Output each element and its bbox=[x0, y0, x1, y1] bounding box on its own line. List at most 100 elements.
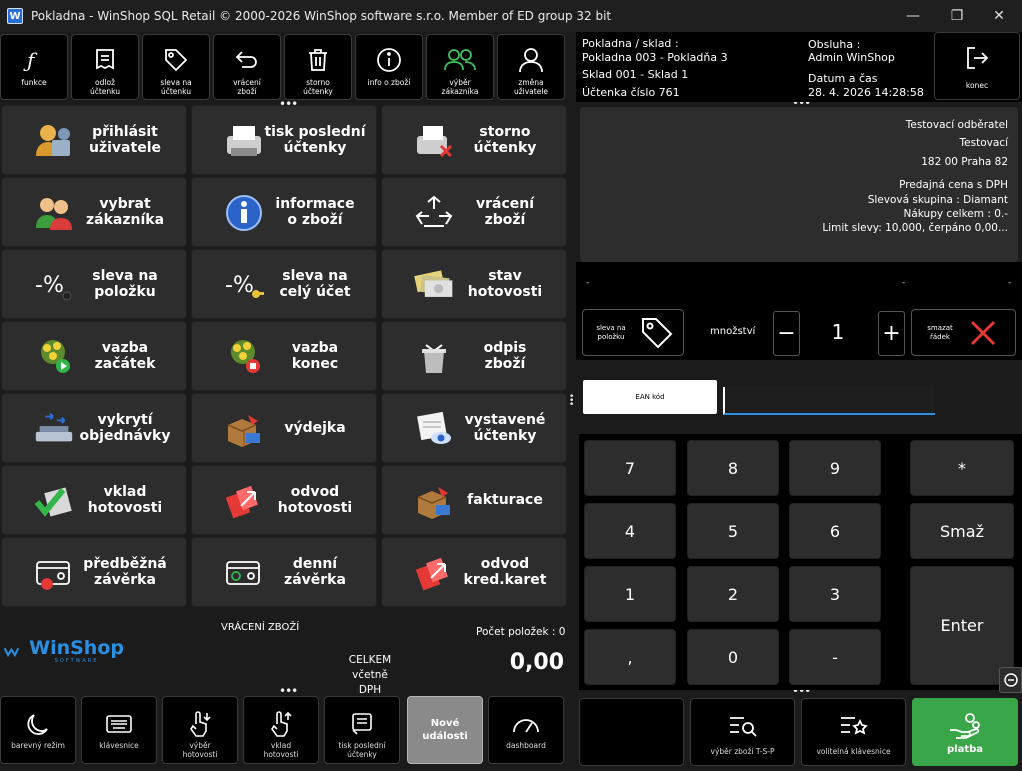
bouquet-play-icon bbox=[32, 337, 76, 377]
users-icon bbox=[444, 42, 476, 78]
grid-button-box-invoice[interactable]: fakturace bbox=[381, 465, 567, 535]
new-events-button[interactable]: Nové události bbox=[407, 696, 483, 764]
register-label: Pokladna / sklad : bbox=[582, 37, 679, 50]
numpad-enter-key[interactable]: Enter bbox=[910, 566, 1014, 685]
cash-deposit-button[interactable]: vklad hotovosti bbox=[243, 696, 319, 764]
box-out-icon bbox=[222, 409, 266, 449]
quantity-minus-button[interactable]: − bbox=[773, 311, 800, 356]
resize-grip[interactable]: ••• bbox=[279, 685, 298, 697]
item-panel: - - - sleva na položku množství − 1 + sm… bbox=[576, 262, 1022, 360]
numpad-key-4[interactable]: 4 bbox=[584, 503, 676, 559]
ean-input[interactable] bbox=[723, 387, 935, 415]
numpad-star-key[interactable]: * bbox=[910, 440, 1014, 496]
window-title: Pokladna - WinShop SQL Retail © 2000-202… bbox=[31, 9, 612, 23]
cash-withdraw-button[interactable]: výběr hotovosti bbox=[162, 696, 238, 764]
numpad-key-comma[interactable]: , bbox=[584, 629, 676, 685]
grid-button-info-circle[interactable]: informace o zboží bbox=[191, 177, 377, 247]
numpad-key-0[interactable]: 0 bbox=[687, 629, 779, 685]
login-users-icon bbox=[32, 121, 76, 161]
toolbar-label: odlož účtenku bbox=[89, 78, 121, 96]
grid-button-box-out[interactable]: výdejka bbox=[191, 393, 377, 463]
pay-button[interactable]: platba bbox=[912, 698, 1018, 766]
mode-label: VRÁCENÍ ZBOŽÍ bbox=[221, 622, 300, 633]
item-count: Počet položek : 0 bbox=[476, 626, 566, 638]
grid-button-percent[interactable]: -% sleva na položku bbox=[1, 249, 187, 319]
numpad-key-7[interactable]: 7 bbox=[584, 440, 676, 496]
grid-button-cash-out[interactable]: odvod hotovosti bbox=[191, 465, 377, 535]
cash-deposit-icon bbox=[268, 707, 294, 741]
product-search-button[interactable]: výběr zboží T-S-P bbox=[690, 698, 795, 766]
toolbar-zakaznik-button[interactable]: výběr zákazníka bbox=[426, 34, 494, 100]
operator-label: Obsluha : bbox=[808, 38, 861, 51]
grid-button-cash-in[interactable]: vklad hotovosti bbox=[1, 465, 187, 535]
grid-button-recycle[interactable]: vrácení zboží bbox=[381, 177, 567, 247]
bottom-label: dashboard bbox=[506, 741, 546, 750]
receipt-print-icon bbox=[350, 707, 374, 741]
maximize-button[interactable]: ❐ bbox=[934, 0, 980, 32]
grid-button-login-users[interactable]: přihlásit uživatele bbox=[1, 105, 187, 175]
grid-button-cards-out[interactable]: odvod kred.karet bbox=[381, 537, 567, 607]
grid-button-scale[interactable]: vykrytí objednávky bbox=[1, 393, 187, 463]
info-panel: Pokladna / sklad : Pokladna 003 - Poklad… bbox=[576, 32, 1022, 102]
grid-button-printer-cancel[interactable]: storno účtenky bbox=[381, 105, 567, 175]
grid-button-printer[interactable]: tisk poslední účtenky bbox=[191, 105, 377, 175]
grid-button-receipt-eye[interactable]: vystavené účtenky bbox=[381, 393, 567, 463]
quantity-plus-button[interactable]: + bbox=[878, 311, 905, 356]
datetime-value: 28. 4. 2026 14:28:58 bbox=[808, 86, 924, 99]
numpad-key-9[interactable]: 9 bbox=[789, 440, 881, 496]
winshop-logo-icon bbox=[4, 647, 20, 658]
numpad-key-2[interactable]: 2 bbox=[687, 566, 779, 622]
list-star-icon bbox=[838, 711, 870, 741]
customer-line: Testovací bbox=[959, 137, 1008, 149]
grid-button-label: sleva na celý účet bbox=[279, 268, 351, 300]
toolbar-funkce-button[interactable]: ƒ funkce bbox=[0, 34, 68, 100]
side-panel-toggle[interactable] bbox=[999, 667, 1022, 693]
toolbar-sleva-button[interactable]: sleva na účtenku bbox=[142, 34, 210, 100]
hand-coins-icon bbox=[948, 711, 982, 741]
grid-button-percent-key[interactable]: -% sleva na celý účet bbox=[191, 249, 377, 319]
ean-label-button[interactable]: EAN kód bbox=[583, 380, 717, 414]
total-amount: 0,00 bbox=[509, 650, 564, 675]
grid-button-customers[interactable]: vybrat zákazníka bbox=[1, 177, 187, 247]
percent-key-icon: -% bbox=[222, 265, 266, 305]
close-x-icon bbox=[970, 320, 996, 345]
numpad-key-3[interactable]: 3 bbox=[789, 566, 881, 622]
customer-line: 182 00 Praha 82 bbox=[921, 156, 1008, 168]
cash-in-icon bbox=[32, 481, 76, 521]
close-window-button[interactable]: ✕ bbox=[976, 0, 1022, 32]
exit-button[interactable]: konec bbox=[934, 32, 1020, 100]
grid-button-card-record[interactable]: předběžná závěrka bbox=[1, 537, 187, 607]
delete-row-button[interactable]: smazat řádek bbox=[911, 309, 1016, 356]
numpad-key-8[interactable]: 8 bbox=[687, 440, 779, 496]
grid-button-bouquet-stop[interactable]: vazba konec bbox=[191, 321, 377, 391]
item-discount-label: sleva na položku bbox=[596, 323, 626, 341]
toolbar-odloz-button[interactable]: odlož účtenku bbox=[71, 34, 139, 100]
numpad-clear-key[interactable]: Smaž bbox=[910, 503, 1014, 559]
grid-button-label: odvod kred.karet bbox=[463, 556, 547, 588]
toolbar-storno-button[interactable]: storno účtenky bbox=[284, 34, 352, 100]
vertical-resize-grip[interactable]: • • • bbox=[569, 393, 574, 410]
numpad-key-5[interactable]: 5 bbox=[687, 503, 779, 559]
pos-window: W Pokladna - WinShop SQL Retail © 2000-2… bbox=[0, 0, 1022, 771]
color-mode-button[interactable]: barevný režim bbox=[0, 696, 76, 764]
grid-button-banknotes[interactable]: stav hotovosti bbox=[381, 249, 567, 319]
empty-slot-button[interactable] bbox=[579, 698, 684, 766]
grid-button-bouquet-play[interactable]: vazba začátek bbox=[1, 321, 187, 391]
numpad-key-1[interactable]: 1 bbox=[584, 566, 676, 622]
grid-button-card-green[interactable]: denní závěrka bbox=[191, 537, 377, 607]
toolbar-info-button[interactable]: info o zboží bbox=[355, 34, 423, 100]
keyboard-button[interactable]: klávesnice bbox=[81, 696, 157, 764]
numpad-key-6[interactable]: 6 bbox=[789, 503, 881, 559]
custom-keyboard-button[interactable]: volitelná klávesnice bbox=[801, 698, 906, 766]
item-discount-button[interactable]: sleva na položku bbox=[582, 309, 684, 356]
dashboard-button[interactable]: dashboard bbox=[488, 696, 564, 764]
toolbar-uzivatel-button[interactable]: změna uživatele bbox=[497, 34, 565, 100]
print-last-receipt-button[interactable]: tisk poslední účtenky bbox=[324, 696, 400, 764]
grid-button-bin[interactable]: odpis zboží bbox=[381, 321, 567, 391]
toolbar-vraceni-button[interactable]: vrácení zboží bbox=[213, 34, 281, 100]
grid-button-label: vybrat zákazníka bbox=[85, 196, 165, 228]
printer-cancel-icon bbox=[412, 121, 456, 161]
register-value: Pokladna 003 - Pokladňa 3 bbox=[582, 51, 728, 64]
numpad-key-minus[interactable]: - bbox=[789, 629, 881, 685]
minimize-button[interactable]: — bbox=[890, 0, 936, 32]
